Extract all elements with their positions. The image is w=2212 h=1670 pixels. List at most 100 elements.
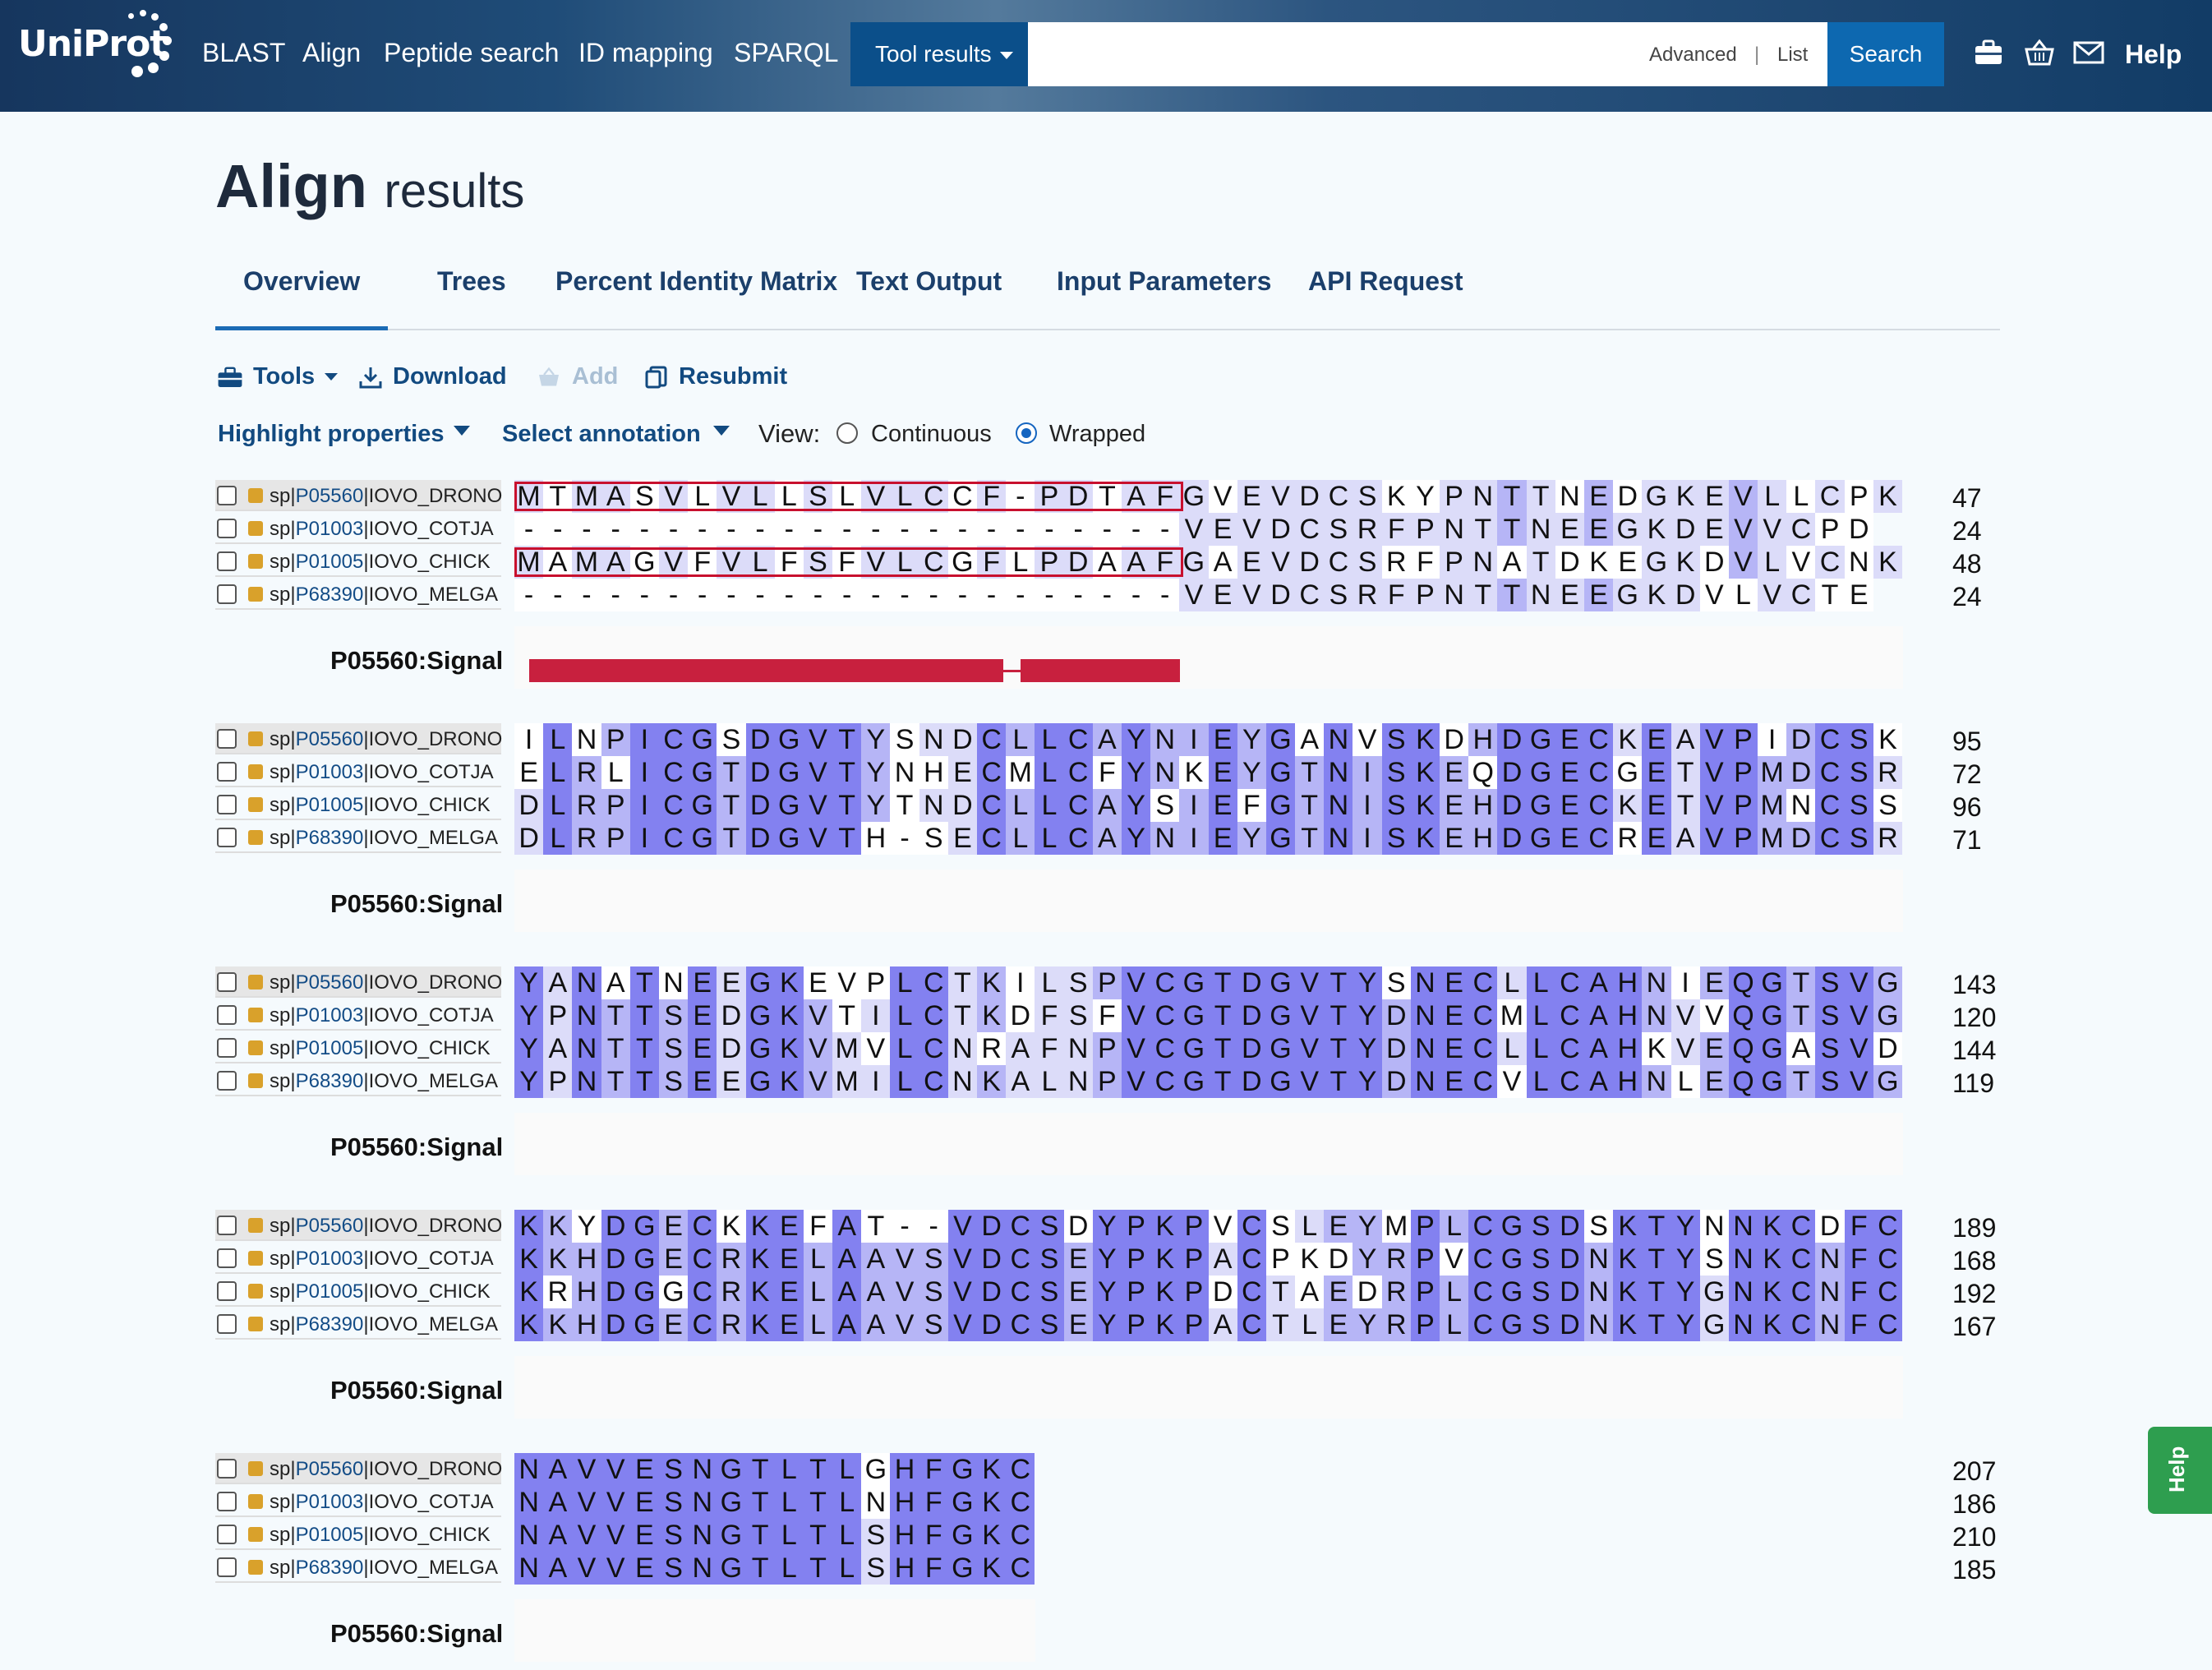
db-prefix: sp xyxy=(270,584,291,606)
list-search-link[interactable]: List xyxy=(1777,44,1808,67)
residue: T xyxy=(1324,1032,1353,1065)
tab-overview[interactable]: Overview xyxy=(215,261,389,330)
residue: S xyxy=(1150,789,1180,822)
tab-percent-identity-matrix[interactable]: Percent Identity Matrix xyxy=(528,261,865,330)
sequence-checkbox[interactable] xyxy=(217,1525,237,1544)
accession-link[interactable]: P01005 xyxy=(296,551,364,573)
sequence-checkbox[interactable] xyxy=(217,1071,237,1091)
sequence-checkbox[interactable] xyxy=(217,551,237,571)
advanced-search-link[interactable]: Advanced xyxy=(1649,44,1737,67)
tools-dropdown[interactable]: Tools xyxy=(217,363,339,390)
select-annotation-select[interactable]: Select annotation xyxy=(502,421,701,448)
accession-link[interactable]: P01003 xyxy=(296,1491,364,1513)
sequence-checkbox[interactable] xyxy=(217,486,237,505)
accession-link[interactable]: P01003 xyxy=(296,1248,364,1270)
accession-link[interactable]: P05560 xyxy=(296,971,364,994)
residue: R xyxy=(1353,579,1382,611)
search-button[interactable]: Search xyxy=(1827,22,1944,86)
sequence-checkbox[interactable] xyxy=(217,972,237,992)
accession-link[interactable]: P01005 xyxy=(296,1524,364,1546)
residue: Y xyxy=(1353,966,1382,999)
search-input[interactable] xyxy=(1028,22,1636,86)
sequence-checkbox[interactable] xyxy=(217,1314,237,1334)
tab-input-parameters[interactable]: Input Parameters xyxy=(1029,261,1299,330)
wrapped-radio[interactable] xyxy=(1016,422,1037,444)
accession-link[interactable]: P68390 xyxy=(296,584,364,606)
nav-sparql[interactable]: SPARQL xyxy=(734,38,838,68)
residue: L xyxy=(1035,822,1064,855)
accession-link[interactable]: P68390 xyxy=(296,827,364,849)
sequence-checkbox[interactable] xyxy=(217,729,237,749)
accession-link[interactable]: P05560 xyxy=(296,485,364,507)
basket-icon[interactable] xyxy=(2023,36,2056,69)
add-button[interactable]: Add xyxy=(536,363,618,390)
nav-align[interactable]: Align xyxy=(302,38,361,68)
continuous-label: Continuous xyxy=(871,421,992,447)
residue: E xyxy=(1555,723,1584,756)
chevron-down-icon[interactable] xyxy=(454,426,470,436)
residue: Y xyxy=(1353,1032,1382,1065)
accession-link[interactable]: P68390 xyxy=(296,1070,364,1092)
sequence-checkbox[interactable] xyxy=(217,1248,237,1268)
residue: - xyxy=(947,579,977,611)
residue: P xyxy=(861,966,891,999)
tab-api-request[interactable]: API Request xyxy=(1280,261,1491,330)
accession-link[interactable]: P05560 xyxy=(296,1215,364,1237)
residue: T xyxy=(629,999,659,1032)
sequence-checkbox[interactable] xyxy=(217,1557,237,1577)
residue: G xyxy=(947,1486,977,1519)
accession-link[interactable]: P05560 xyxy=(296,728,364,750)
sequence-checkbox[interactable] xyxy=(217,1281,237,1301)
residue: V xyxy=(1699,579,1729,611)
accession-link[interactable]: P01005 xyxy=(296,794,364,816)
resubmit-button[interactable]: Resubmit xyxy=(644,363,787,390)
nav-blast[interactable]: BLAST xyxy=(202,38,285,68)
sequence-checkbox[interactable] xyxy=(217,1038,237,1058)
chevron-down-icon[interactable] xyxy=(713,426,730,436)
accession-link[interactable]: P01005 xyxy=(296,1280,364,1303)
mail-icon[interactable] xyxy=(2072,36,2105,69)
sequence-checkbox[interactable] xyxy=(217,1492,237,1511)
sequence-checkbox[interactable] xyxy=(217,795,237,814)
accession-link[interactable]: P01003 xyxy=(296,761,364,783)
sequence-checkbox[interactable] xyxy=(217,519,237,538)
sequence-checkbox[interactable] xyxy=(217,762,237,782)
nav-id-mapping[interactable]: ID mapping xyxy=(578,38,713,68)
nav-peptide-search[interactable]: Peptide search xyxy=(384,38,559,68)
accession-link[interactable]: P68390 xyxy=(296,1313,364,1336)
continuous-radio[interactable] xyxy=(836,422,858,444)
highlight-properties-select[interactable]: Highlight properties xyxy=(218,421,445,448)
residue: - xyxy=(1035,579,1064,611)
toolbox-icon[interactable] xyxy=(1972,36,2005,69)
tool-results-dropdown[interactable]: Tool results xyxy=(850,22,1028,86)
help-tab[interactable]: Help xyxy=(2148,1427,2212,1514)
residue: Y xyxy=(1671,1308,1700,1341)
accession-link[interactable]: P68390 xyxy=(296,1557,364,1579)
sequence-checkbox[interactable] xyxy=(217,1005,237,1025)
tab-text-output[interactable]: Text Output xyxy=(828,261,1030,330)
sequence-checkbox[interactable] xyxy=(217,828,237,847)
residue: G xyxy=(745,999,775,1032)
residue: N xyxy=(1410,1032,1440,1065)
sequence-checkbox[interactable] xyxy=(217,584,237,604)
residue: L xyxy=(890,966,919,999)
signal-feature-bar[interactable] xyxy=(528,659,1003,682)
accession-link[interactable]: P01003 xyxy=(296,518,364,540)
download-button[interactable]: Download xyxy=(358,363,507,390)
signal-feature-bar[interactable] xyxy=(1021,659,1180,682)
residue: S xyxy=(1844,756,1873,789)
tab-trees[interactable]: Trees xyxy=(409,261,534,330)
sequence-checkbox[interactable] xyxy=(217,1216,237,1235)
residue: H xyxy=(1468,822,1498,855)
sequence-checkbox[interactable] xyxy=(217,1459,237,1479)
residue: A xyxy=(1671,723,1700,756)
accession-link[interactable]: P01003 xyxy=(296,1004,364,1026)
residue: A xyxy=(1006,1032,1035,1065)
entry-name: IOVO_DRONO xyxy=(368,1458,503,1480)
residue: V xyxy=(1208,480,1237,513)
help-link[interactable]: Help xyxy=(2125,39,2182,70)
accession-link[interactable]: P05560 xyxy=(296,1458,364,1480)
accession-link[interactable]: P01005 xyxy=(296,1037,364,1059)
residue: Y xyxy=(1353,1243,1382,1276)
sequence-end-position: 47 xyxy=(1952,483,1982,513)
